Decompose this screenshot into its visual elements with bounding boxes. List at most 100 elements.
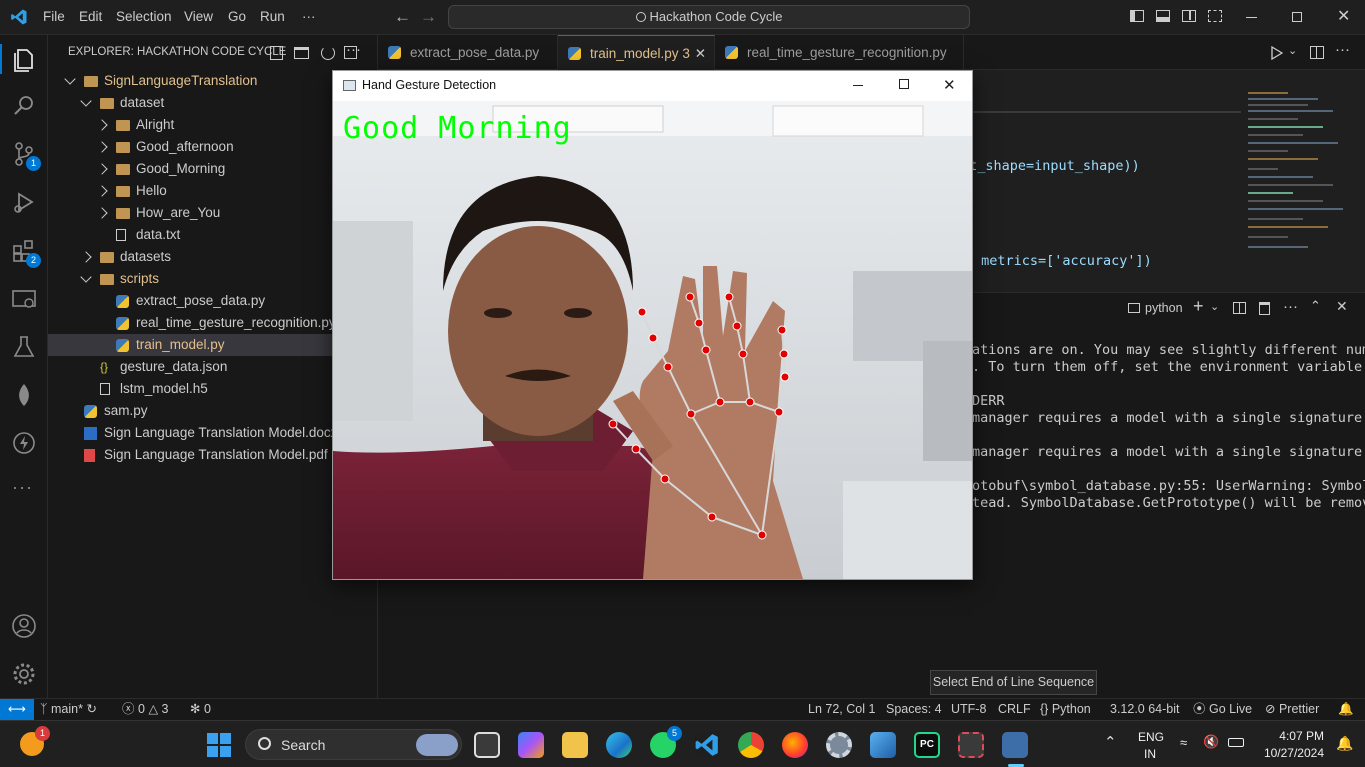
end-of-line[interactable]: CRLF [998,699,1031,720]
account-icon[interactable] [10,612,38,640]
window-close-icon[interactable]: ✕ [943,71,956,100]
pycharm-icon[interactable]: PC [914,732,940,758]
speaker-muted-icon[interactable]: 🔇 [1203,734,1219,750]
taskbar-search-box[interactable]: Search [245,729,462,760]
forward-arrow-icon[interactable]: → [420,7,437,27]
tree-item[interactable]: sam.py [48,400,378,422]
ports-indicator[interactable]: ✻ 0 [190,699,211,720]
language-mode[interactable]: {} Python [1040,699,1091,720]
tree-item[interactable]: Good_Morning [48,158,378,180]
tab-close-icon[interactable]: ✕ [695,36,706,71]
hand-gesture-detection-window[interactable]: Hand Gesture Detection ✕ Good Morning [332,70,973,580]
terminal-dropdown-chevron-icon[interactable]: ⌄ [1210,300,1219,313]
weather-widget-icon[interactable]: 1 [20,726,50,756]
tree-item[interactable]: Good_afternoon [48,136,378,158]
tree-item[interactable]: {} gesture_data.json [48,356,378,378]
task-view-icon[interactable] [474,732,500,758]
notification-center-bell-icon[interactable]: 🔔 [1336,735,1353,752]
toggle-panel-icon[interactable] [1156,10,1170,22]
tree-item[interactable]: real_time_gesture_recognition.py [48,312,378,334]
customize-layout-icon[interactable] [1208,10,1222,22]
new-file-icon[interactable] [270,46,283,60]
tree-item[interactable]: lstm_model.h5 [48,378,378,400]
indentation[interactable]: Spaces: 4 [886,699,942,720]
search-icon[interactable] [10,92,38,120]
source-control-icon[interactable]: 1 [10,140,41,171]
extensions-icon[interactable]: 2 [10,237,41,268]
split-editor-icon[interactable] [1310,46,1324,59]
menu-more[interactable]: ··· [302,9,316,24]
run-dropdown-chevron-icon[interactable]: ⌄ [1288,44,1297,57]
snipping-tool-icon[interactable] [958,732,984,758]
testing-icon[interactable] [10,333,38,361]
window-minimize-icon[interactable] [853,85,863,86]
menu-run[interactable]: Run [260,9,285,24]
clock-time[interactable]: 4:07 PM [1262,729,1324,743]
run-python-file-icon[interactable] [1271,46,1283,60]
explorer-icon[interactable] [10,45,38,73]
tab-real-time-gesture-recognition[interactable]: real_time_gesture_recognition.py [715,35,964,70]
terminal-more-icon[interactable]: ··· [1283,298,1298,315]
firefox-icon[interactable] [782,732,808,758]
tree-item[interactable]: train_model.py [48,334,378,356]
remote-indicator-icon[interactable]: ⟷ [0,699,34,720]
problems-indicator[interactable]: ⓧ 0 △ 3 [122,699,169,720]
window-maximize-icon[interactable] [899,79,909,89]
editor-more-icon[interactable]: ··· [1335,41,1350,58]
cursor-position[interactable]: Ln 72, Col 1 [808,699,875,720]
tree-item[interactable]: scripts [48,268,378,290]
region-indicator[interactable]: IN [1138,747,1162,761]
tree-item[interactable]: datasets [48,246,378,268]
new-folder-icon[interactable] [294,47,309,59]
split-terminal-icon[interactable] [1233,302,1246,314]
refresh-icon[interactable] [321,46,335,60]
wifi-icon[interactable]: ≈ [1180,735,1187,750]
close-icon[interactable]: ✕ [1337,6,1350,26]
edge-browser-icon[interactable] [606,732,632,758]
show-hidden-icons-chevron-icon[interactable]: ⌃ [1104,733,1117,751]
tree-item[interactable]: Hello [48,180,378,202]
more-actions-icon[interactable]: ··· [346,41,361,58]
go-live[interactable]: ⦿ Go Live [1193,699,1252,720]
settings-app-icon[interactable] [826,732,852,758]
tree-item[interactable]: How_are_You [48,202,378,224]
vscode-taskbar-icon[interactable] [694,732,720,758]
run-debug-icon[interactable] [10,188,38,216]
windows-start-icon[interactable] [207,733,231,757]
thunder-client-icon[interactable] [10,429,38,457]
menu-edit[interactable]: Edit [79,9,102,24]
chrome-icon[interactable] [738,732,764,758]
tab-train-model[interactable]: train_model.py 3 ✕ [558,35,715,70]
maximize-panel-icon[interactable]: ⌃ [1310,298,1321,314]
terminal-shell-label[interactable]: python [1128,301,1183,315]
tree-item[interactable]: Sign Language Translation Model.pdf [48,444,378,466]
photos-icon[interactable] [870,732,896,758]
menu-selection[interactable]: Selection [116,9,172,24]
tree-item[interactable]: extract_pose_data.py [48,290,378,312]
encoding[interactable]: UTF-8 [951,699,986,720]
minimap[interactable] [1246,90,1351,255]
mongodb-leaf-icon[interactable] [10,381,38,409]
tree-item[interactable]: dataset [48,92,378,114]
battery-icon[interactable] [1228,738,1244,747]
toggle-secondary-sidebar-icon[interactable] [1182,10,1196,22]
toggle-sidebar-icon[interactable] [1130,10,1144,22]
python-interpreter[interactable]: 3.12.0 64-bit [1110,699,1180,720]
git-branch[interactable]: ᛉ main* ↻ [40,699,97,720]
tree-item[interactable]: Sign Language Translation Model.docx [48,422,378,444]
notifications-bell-icon[interactable]: 🔔 [1338,699,1354,720]
python-app-icon[interactable] [1002,732,1028,758]
menu-view[interactable]: View [184,9,213,24]
whatsapp-icon[interactable]: 5 [650,726,682,758]
tree-item[interactable]: Alright [48,114,378,136]
language-indicator[interactable]: ENG [1138,730,1164,744]
more-views-icon[interactable]: ··· [12,477,33,498]
back-arrow-icon[interactable]: ← [394,7,411,27]
terminal-output[interactable]: ations are on. You may see slightly diff… [972,342,1365,512]
tree-item[interactable]: SignLanguageTranslation [48,70,378,92]
tree-item[interactable]: data.txt [48,224,378,246]
prettier[interactable]: ⊘ Prettier [1265,699,1319,720]
clock-date[interactable]: 10/27/2024 [1256,746,1324,760]
command-center-search[interactable]: Hackathon Code Cycle [448,5,970,29]
kill-terminal-icon[interactable] [1259,302,1270,315]
